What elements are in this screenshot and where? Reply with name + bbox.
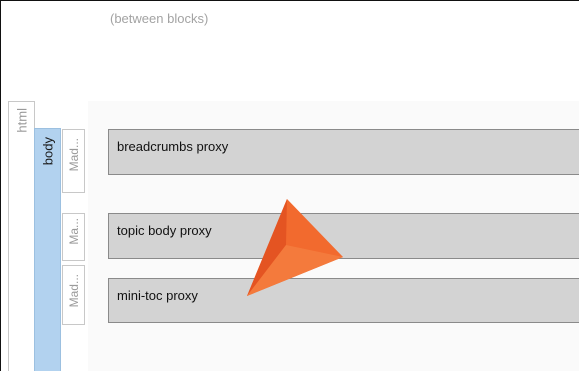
margin-strip-label: Mad... xyxy=(66,274,81,308)
html-strip-label: html xyxy=(14,108,29,133)
html-element-strip[interactable]: html xyxy=(8,101,35,371)
proxy-label: breadcrumbs proxy xyxy=(117,139,229,154)
breadcrumbs-proxy-block[interactable]: breadcrumbs proxy xyxy=(108,129,579,175)
orange-pointer-arrow-icon xyxy=(247,199,343,296)
margin-strip-label: Mad... xyxy=(66,138,81,172)
between-blocks-hint: (between blocks) xyxy=(110,11,209,26)
layout-editor-canvas: (between blocks) html body Mad... Ma... … xyxy=(0,0,579,371)
margin-strip-topic-body[interactable]: Ma... xyxy=(62,213,85,261)
proxy-label: topic body proxy xyxy=(117,223,212,238)
body-strip-label: body xyxy=(40,137,55,166)
margin-strip-mini-toc[interactable]: Mad... xyxy=(62,265,85,325)
margin-strip-breadcrumbs[interactable]: Mad... xyxy=(62,129,85,193)
proxy-label: mini-toc proxy xyxy=(117,288,198,303)
body-element-strip[interactable]: body xyxy=(34,128,61,371)
margin-strip-label: Ma... xyxy=(66,218,81,245)
